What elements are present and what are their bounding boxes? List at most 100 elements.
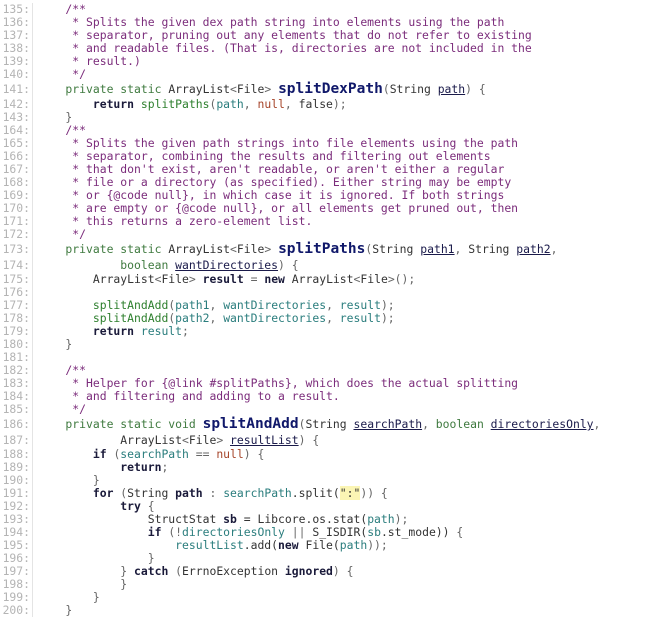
code-line[interactable]: 140: */: [0, 68, 646, 81]
code-token: wantDirectories: [223, 298, 327, 312]
code-token: ,: [326, 311, 340, 325]
code-token: * separator, pruning out any elements th…: [38, 28, 532, 42]
code-token: new: [278, 538, 306, 552]
code-token: );: [394, 512, 409, 526]
code-token: = Libcore.os.stat(: [236, 512, 368, 526]
code-token: searchPath: [120, 447, 189, 461]
code-line[interactable]: 175: ArrayList<File> result = new ArrayL…: [0, 273, 646, 286]
code-token: * result.): [38, 54, 141, 68]
code-line[interactable]: 199: }: [0, 591, 646, 604]
code-token: * and filtering and adding to a result.: [38, 389, 340, 403]
code-line[interactable]: 185: */: [0, 403, 646, 416]
code-token: );: [380, 311, 395, 325]
code-token: ,: [284, 97, 299, 111]
code-token: (: [382, 82, 390, 96]
code-token: >: [216, 433, 231, 447]
code-token: path: [339, 538, 368, 552]
code-token: sb: [223, 512, 237, 526]
code-text: private static ArrayList<File> splitPath…: [33, 241, 557, 258]
code-token: splitDexPath: [278, 81, 383, 97]
code-token: =: [243, 272, 265, 286]
code-token: }: [38, 473, 100, 487]
code-line[interactable]: 142: return splitPaths(path, null, false…: [0, 98, 646, 111]
code-token: searchPath: [223, 486, 292, 500]
code-token: result: [202, 272, 244, 286]
code-token: {: [456, 525, 464, 539]
code-text: */: [33, 68, 86, 81]
code-token: path2: [516, 242, 551, 256]
code-line[interactable]: 174: boolean wantDirectories) {: [0, 258, 646, 273]
line-number: 174:: [0, 258, 33, 273]
code-token: File: [236, 82, 265, 96]
code-token: S_ISDIR(: [312, 525, 368, 539]
code-token: (: [175, 564, 183, 578]
code-token: splitPaths: [140, 97, 210, 111]
code-token: catch: [134, 564, 176, 578]
code-text: }: [33, 604, 72, 617]
code-token: searchPath: [353, 417, 423, 431]
code-token: ,: [209, 298, 224, 312]
code-token: null: [257, 97, 285, 111]
code-token: path: [175, 486, 203, 500]
code-token: boolean: [435, 417, 491, 431]
code-line[interactable]: 171: * this returns a zero-element list.: [0, 215, 646, 228]
code-line[interactable]: 181:: [0, 351, 646, 364]
code-token: >();: [387, 272, 416, 286]
code-token: if: [38, 447, 114, 461]
code-token: ":": [339, 486, 361, 500]
code-token: StructStat: [38, 512, 224, 526]
code-line[interactable]: 200: }: [0, 604, 646, 617]
line-number: 186:: [0, 416, 33, 433]
code-token: >: [264, 82, 279, 96]
code-line[interactable]: 180: }: [0, 338, 646, 351]
code-token: ArrayList: [168, 242, 231, 256]
code-line[interactable]: 172: */: [0, 228, 646, 241]
code-line[interactable]: 184: * and filtering and adding to a res…: [0, 390, 646, 403]
code-token: ||: [284, 525, 313, 539]
code-token: File(: [305, 538, 340, 552]
line-number: 187:: [0, 433, 33, 448]
code-line[interactable]: 179: return result;: [0, 325, 646, 338]
code-token: path2: [175, 311, 210, 325]
code-token: File: [360, 272, 388, 286]
code-token: * or {@code null}, in which case it is i…: [38, 188, 505, 202]
code-token: * Helper for {@link #splitPaths}, which …: [38, 376, 519, 390]
code-line[interactable]: 186: private static void splitAndAdd(Str…: [0, 416, 646, 433]
code-token: ;: [182, 324, 189, 338]
line-number: 141:: [0, 81, 33, 98]
code-line[interactable]: 139: * result.): [0, 55, 646, 68]
code-line[interactable]: 187: ArrayList<File> resultList) {: [0, 433, 646, 448]
code-token: return: [38, 460, 162, 474]
code-token: * file or a directory (as specified). Ei…: [38, 175, 512, 189]
code-token: ArrayList: [38, 433, 183, 447]
code-token: splitAndAdd: [202, 416, 299, 432]
code-line[interactable]: 141: private static ArrayList<File> spli…: [0, 81, 646, 98]
code-token: false: [298, 97, 333, 111]
code-token: * this returns a zero-element list.: [38, 214, 313, 228]
code-token: */: [38, 67, 87, 81]
code-token: ));: [367, 538, 388, 552]
code-token: resultList: [38, 538, 244, 552]
line-number: 185:: [0, 403, 33, 416]
code-token: resultList: [230, 433, 299, 447]
code-token: .add(: [243, 538, 279, 552]
code-token: ,: [326, 298, 340, 312]
code-token: ;: [161, 460, 169, 474]
code-token: * Splits the given path strings into fil…: [38, 136, 519, 150]
code-token: .split(: [291, 486, 340, 500]
code-token: * Splits the given dex path string into …: [38, 15, 505, 29]
code-line[interactable]: 143: }: [0, 111, 646, 124]
code-token: File: [161, 272, 189, 286]
code-editor[interactable]: 135: /** 136: * Splits the given dex path…: [0, 3, 646, 617]
code-token: ArrayList: [38, 272, 155, 286]
code-token: path: [216, 97, 244, 111]
code-token: private static: [38, 82, 169, 96]
code-token: path: [437, 82, 466, 96]
code-token: <: [230, 82, 237, 96]
code-token: <: [182, 433, 189, 447]
code-text: */: [33, 403, 86, 416]
code-line[interactable]: 173: private static ArrayList<File> spli…: [0, 241, 646, 258]
code-token: ErrnoException: [182, 564, 285, 578]
code-token: result: [140, 324, 183, 338]
code-token: sb: [367, 525, 381, 539]
